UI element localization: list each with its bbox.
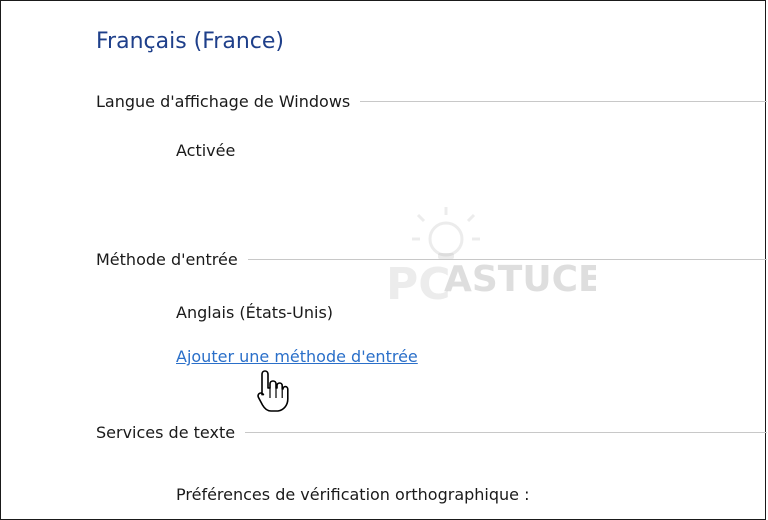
add-input-method-link[interactable]: Ajouter une méthode d'entrée [176, 347, 418, 366]
display-language-section-header: Langue d'affichage de Windows [96, 89, 767, 113]
language-options-panel: Français (France) Langue d'affichage de … [0, 0, 767, 520]
current-input-method: Anglais (États-Unis) [176, 303, 334, 322]
input-method-section-header: Méthode d'entrée [96, 247, 767, 271]
input-method-header: Méthode d'entrée [96, 249, 238, 269]
text-services-section-header: Services de texte [96, 420, 767, 444]
display-language-header: Langue d'affichage de Windows [96, 91, 351, 111]
text-services-header: Services de texte [96, 422, 236, 442]
spelling-preferences-label: Préférences de vérification orthographiq… [176, 485, 530, 504]
section-divider [360, 100, 767, 102]
section-divider [247, 258, 767, 260]
section-divider [245, 431, 767, 433]
hand-cursor-icon [257, 370, 289, 412]
display-language-status: Activée [176, 141, 236, 160]
language-title: Français (France) [96, 29, 284, 54]
